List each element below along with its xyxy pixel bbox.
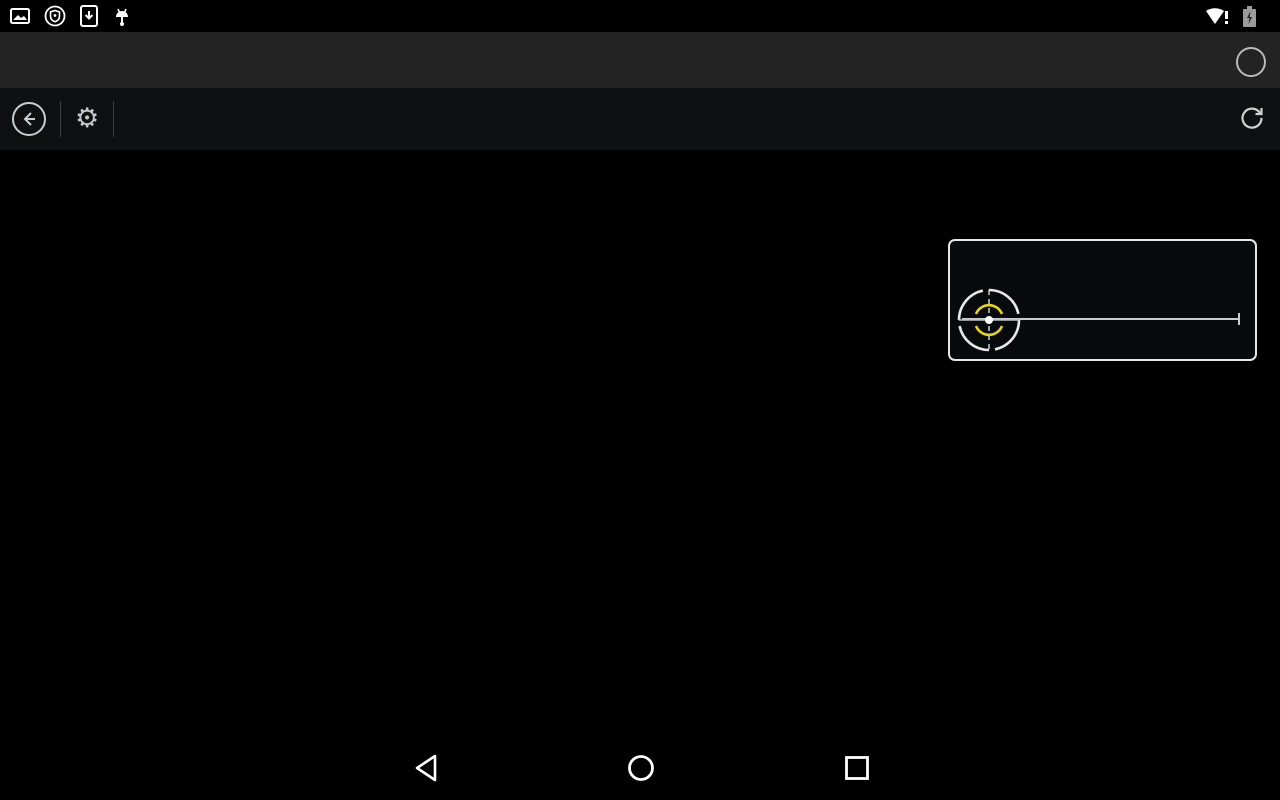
toolbar: ⚙ — [0, 88, 1280, 150]
shield-notification-icon — [44, 5, 66, 27]
pan-popup-track-end — [1238, 313, 1240, 325]
divider — [113, 101, 115, 137]
help-button[interactable] — [1236, 47, 1266, 77]
channel-strips — [11, 151, 1269, 673]
pan-crosshair-handle[interactable] — [946, 277, 1032, 363]
back-arrow-icon — [23, 112, 35, 126]
status-bar-left — [10, 5, 132, 27]
pan-popup — [948, 239, 1257, 361]
screenshot-icon — [10, 8, 30, 24]
nav-recents-button[interactable] — [844, 754, 870, 782]
nav-home-button[interactable] — [627, 754, 655, 782]
settings-button[interactable]: ⚙ — [75, 102, 100, 133]
android-nav-bar — [0, 736, 1280, 800]
download-icon — [80, 5, 98, 27]
connection-status-dot — [128, 110, 147, 129]
wifi-alert-icon — [1206, 8, 1228, 24]
battery-charging-icon — [1243, 5, 1256, 27]
back-button[interactable] — [12, 102, 46, 136]
divider — [60, 101, 61, 137]
view-group-bar — [0, 673, 1280, 736]
app-header — [0, 32, 1280, 88]
nav-back-button[interactable] — [413, 754, 439, 782]
status-bar-right — [1205, 5, 1270, 27]
refresh-icon — [1241, 107, 1263, 129]
android-icon — [116, 8, 128, 26]
screen: ⚙ — [0, 0, 1280, 800]
gear-icon: ⚙ — [75, 102, 100, 133]
status-bar — [0, 0, 1280, 32]
refresh-button[interactable] — [1238, 104, 1266, 137]
